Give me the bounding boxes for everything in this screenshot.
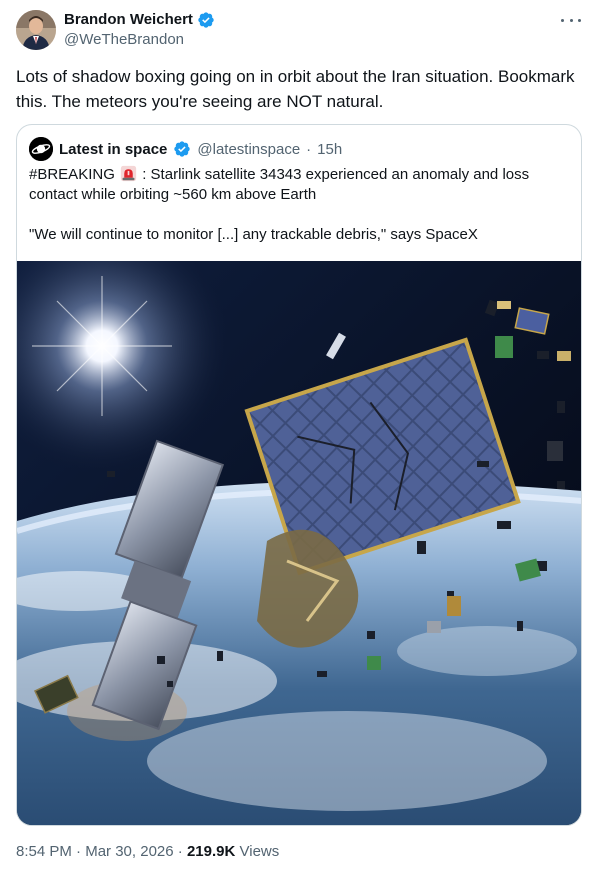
quote-timestamp[interactable]: 15h [317,141,342,158]
tweet-time[interactable]: 8:54 PM [16,843,72,860]
meta-separator: · [76,843,82,860]
verified-badge-icon [174,141,191,157]
quote-handle[interactable]: @latestinspace [197,141,300,158]
more-dot-icon [561,18,564,22]
planet-logo-icon [29,137,53,161]
more-dot-icon [569,18,573,22]
rotating-light-icon [120,165,137,182]
verified-badge-icon [198,12,214,28]
more-dot-icon [578,18,581,22]
author-display-name[interactable]: Brandon Weichert [64,10,193,30]
quote-media-image[interactable] [17,261,581,825]
tweet-date[interactable]: Mar 30, 2026 [85,843,173,860]
quoted-tweet[interactable]: Latest in space @latestinspace · 15h #BR… [16,124,582,826]
tweet-meta: 8:54 PM · Mar 30, 2026 · 219.9K Views [16,842,279,862]
quote-text-line: "We will continue to monitor [...] any t… [29,226,478,243]
quote-text: #BREAKING : Starlink satellite 34343 exp… [29,165,569,245]
quote-separator: · [306,140,312,158]
avatar-photo-icon [16,10,56,50]
tweet-text: Lots of shadow boxing going on in orbit … [16,67,575,111]
meta-separator: · [177,843,183,860]
tweet: Brandon Weichert @WeTheBrandon Lots of s… [0,0,599,871]
more-options-button[interactable] [561,12,581,28]
quote-text-line: #BREAKING : Starlink satellite 34343 exp… [29,165,569,205]
author-avatar[interactable] [16,10,56,50]
views-count[interactable]: 219.9K [187,843,235,860]
views-label: Views [239,843,280,860]
author-name-row[interactable]: Brandon Weichert [64,10,215,30]
quote-hashtag[interactable]: #BREAKING [29,166,115,183]
quote-avatar[interactable] [29,137,53,161]
quote-display-name[interactable]: Latest in space [59,141,167,158]
quote-header: Latest in space @latestinspace · 15h [29,137,342,161]
author-handle[interactable]: @WeTheBrandon [64,30,184,50]
satellite-debris-image-icon [17,261,581,825]
